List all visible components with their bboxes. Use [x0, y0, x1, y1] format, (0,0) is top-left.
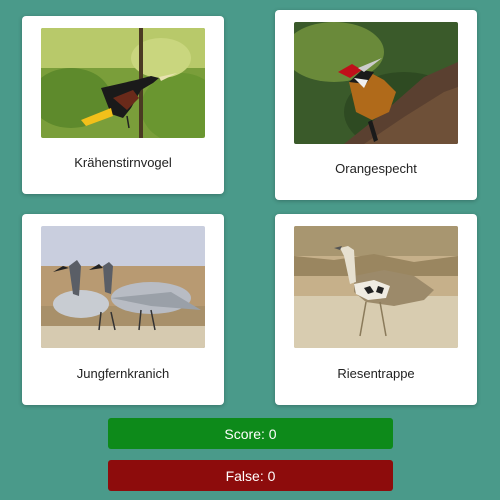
bird-name-3: Jungfernkranich: [76, 366, 170, 381]
bird-name-2: Orangespecht: [335, 161, 417, 176]
bird-card-1[interactable]: Krähenstirnvogel: [22, 16, 224, 194]
bird-card-2[interactable]: Orangespecht: [275, 10, 477, 200]
bird-photo-4: [294, 226, 458, 348]
bird-card-3[interactable]: Jungfernkranich: [22, 214, 224, 405]
bird-name-1: Krähenstirnvogel: [74, 155, 172, 170]
bird-photo-3: [41, 226, 205, 348]
bird-photo-1: [41, 28, 205, 138]
bird-card-4[interactable]: Riesentrappe: [275, 214, 477, 405]
false-display: False: 0: [108, 460, 393, 491]
score-display: Score: 0: [108, 418, 393, 449]
bird-name-4: Riesentrappe: [337, 366, 415, 381]
bird-photo-2: [294, 22, 458, 144]
quiz-page: Krähenstirnvogel Orangespecht Jungfernkr…: [0, 0, 500, 500]
